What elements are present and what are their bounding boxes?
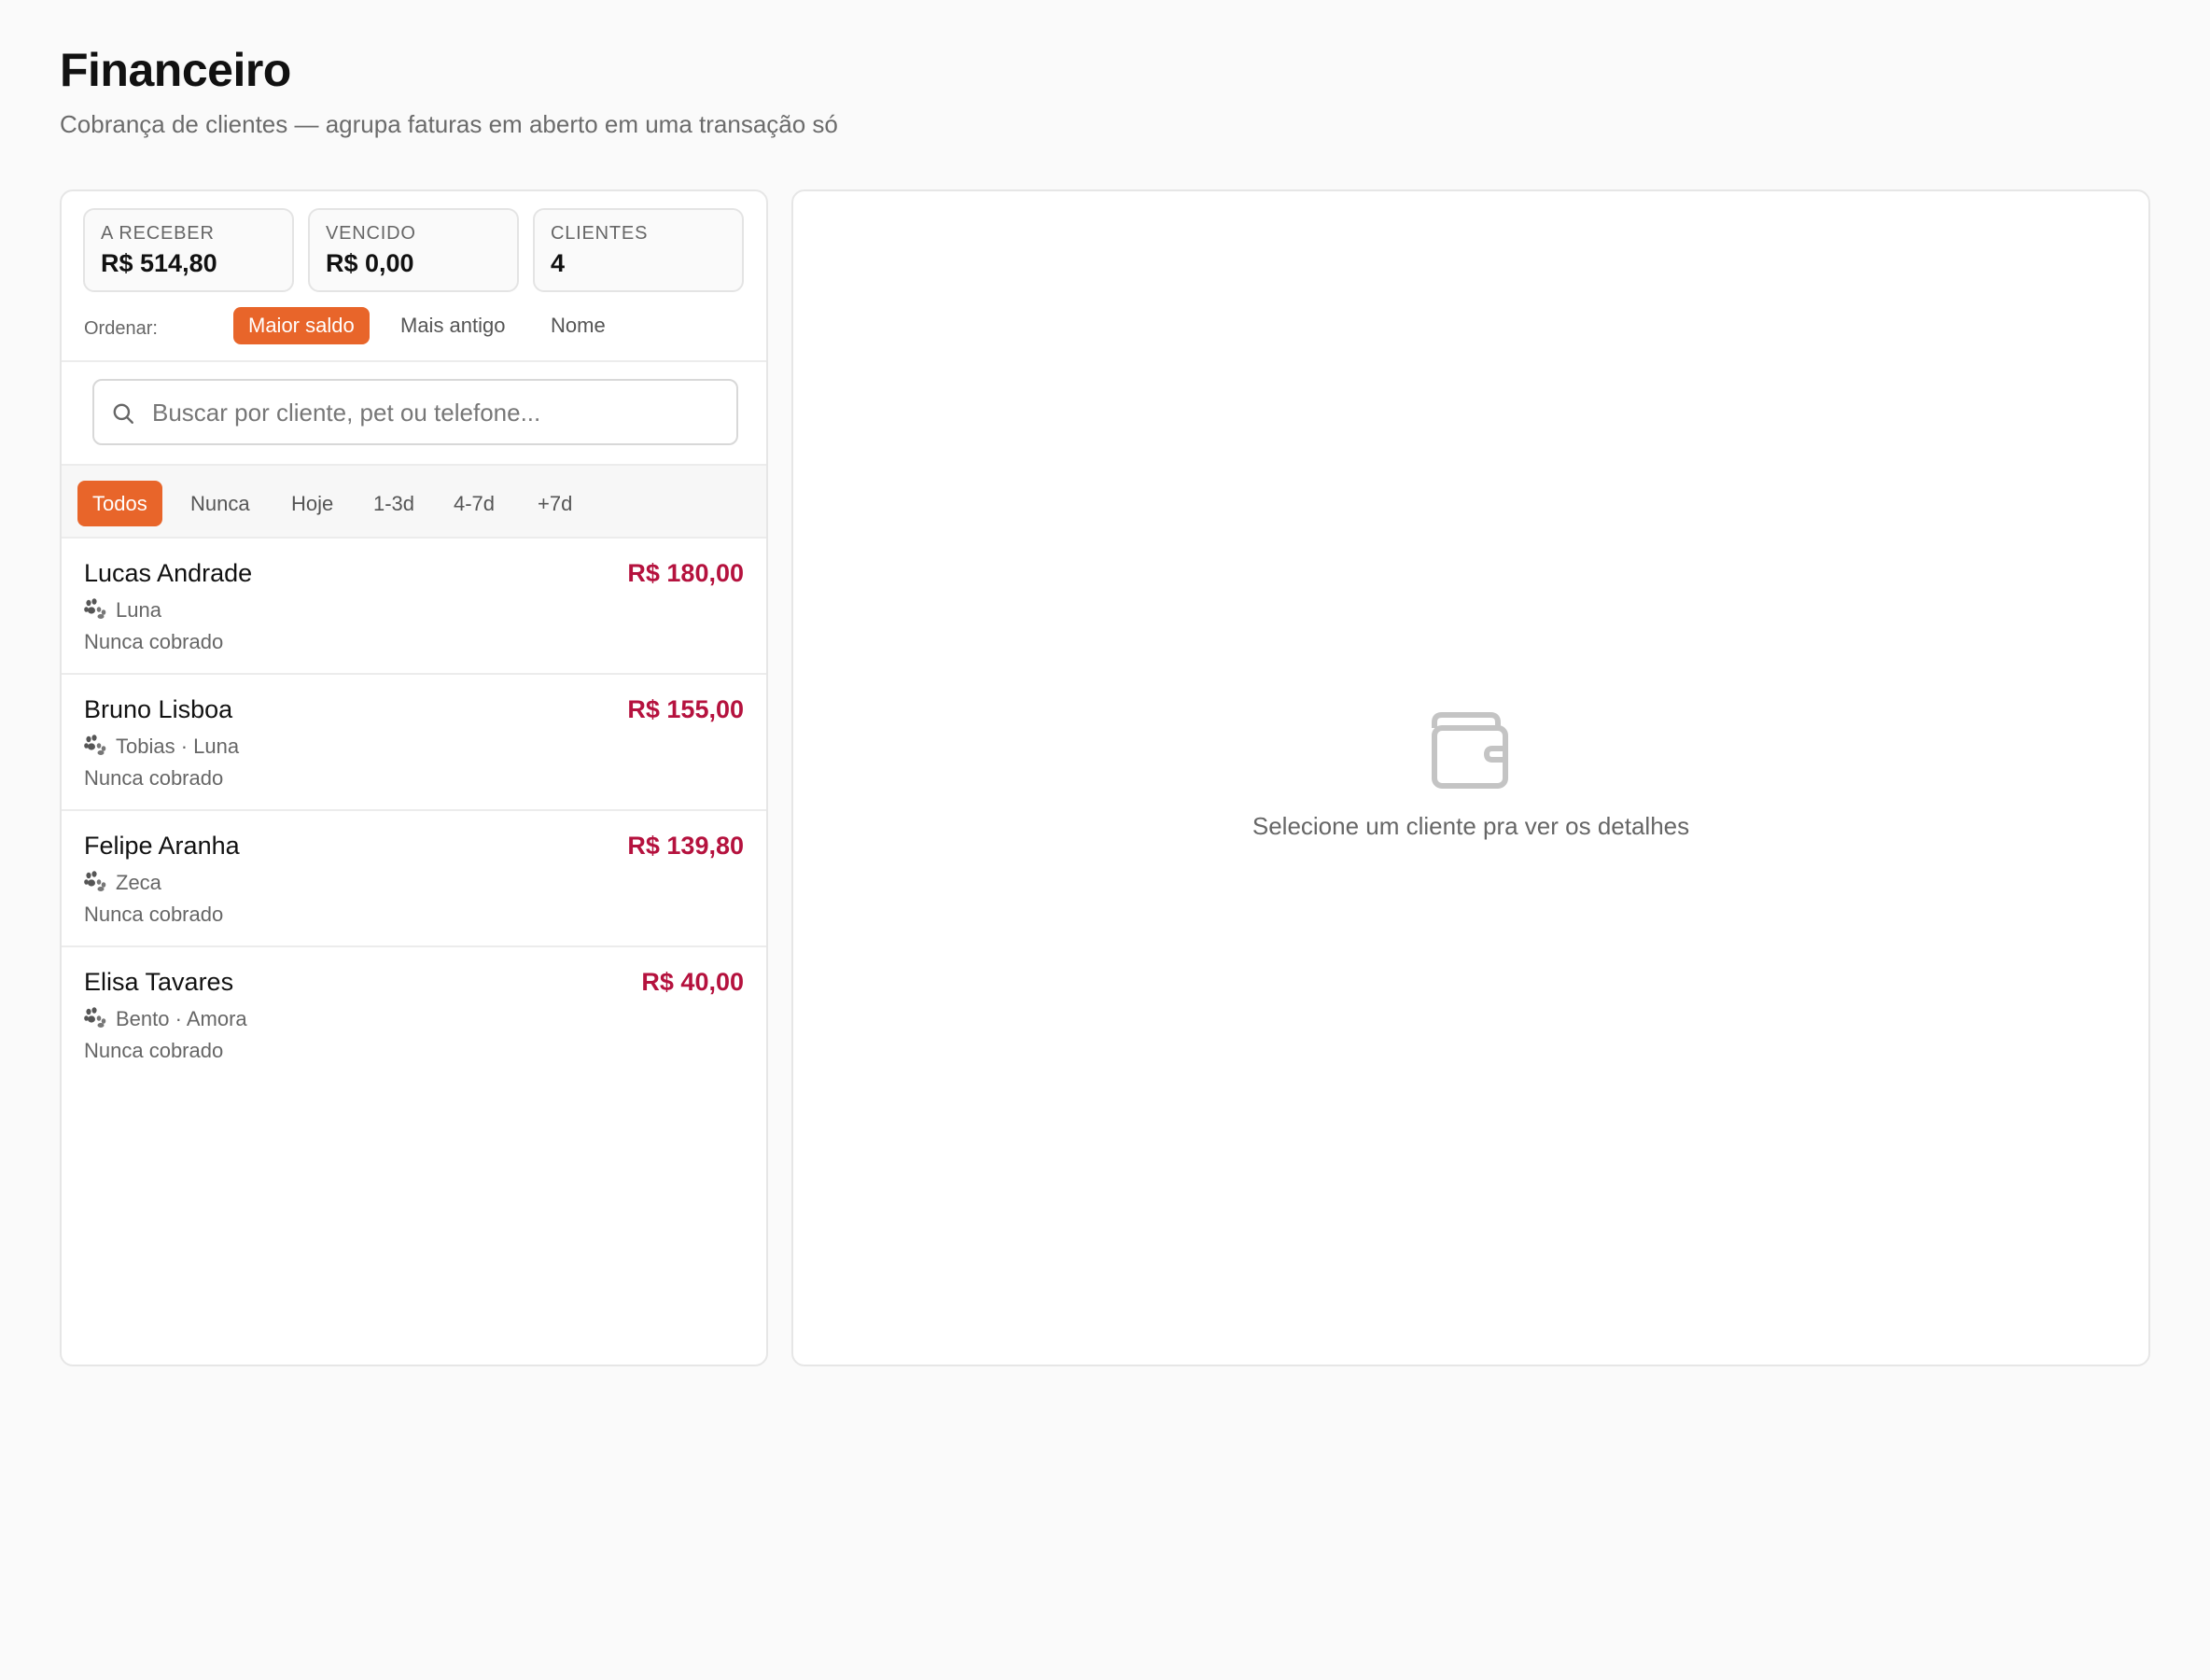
- stat-label: VENCIDO: [326, 223, 416, 244]
- filter-chip-7d-plus[interactable]: +7d: [523, 481, 587, 526]
- client-name: Lucas Andrade: [84, 559, 253, 587]
- filter-chip-nunca[interactable]: Nunca: [175, 481, 265, 526]
- search-input[interactable]: [152, 392, 721, 433]
- pets-text: Bento · Amora: [116, 1007, 247, 1030]
- client-amount: R$ 139,80: [627, 832, 744, 860]
- client-amount: R$ 40,00: [641, 968, 744, 996]
- client-row[interactable]: Elisa Tavares R$ 40,00 Bento · Amora Nun…: [62, 947, 766, 1084]
- search-box[interactable]: [92, 379, 738, 445]
- client-detail-panel: Selecione um cliente pra ver os detalhes: [791, 189, 2150, 1366]
- pets-text: Tobias · Luna: [116, 735, 240, 758]
- client-name: Felipe Aranha: [84, 832, 240, 860]
- divider: [62, 360, 766, 362]
- empty-state: Selecione um cliente pra ver os detalhes: [793, 709, 2148, 841]
- client-amount: R$ 155,00: [627, 695, 744, 723]
- client-name: Bruno Lisboa: [84, 695, 233, 723]
- page-subtitle: Cobrança de clientes — agrupa faturas em…: [60, 110, 838, 138]
- client-name: Elisa Tavares: [84, 968, 234, 996]
- stat-value: R$ 514,80: [101, 249, 217, 277]
- sort-button-mais-antigo[interactable]: Mais antigo: [385, 307, 521, 344]
- overdue-filter-bar: Todos Nunca Hoje 1-3d 4-7d +7d: [62, 466, 766, 537]
- filter-chip-hoje[interactable]: Hoje: [276, 481, 348, 526]
- filter-chip-4-7d[interactable]: 4-7d: [439, 481, 510, 526]
- stat-card-a-receber: A RECEBER R$ 514,80: [83, 208, 294, 292]
- wallet-icon: [1432, 712, 1508, 789]
- client-amount: R$ 180,00: [627, 559, 744, 587]
- stat-value: 4: [551, 249, 566, 277]
- paw-icon: [84, 1007, 106, 1028]
- page-title: Financeiro: [60, 44, 291, 96]
- paw-icon: [84, 598, 106, 619]
- client-row[interactable]: Bruno Lisboa R$ 155,00 Tobias · Luna Nun…: [62, 675, 766, 811]
- client-status: Nunca cobrado: [84, 630, 224, 653]
- sort-button-nome[interactable]: Nome: [536, 307, 621, 344]
- summary-stats: A RECEBER R$ 514,80 VENCIDO R$ 0,00 CLIE…: [83, 208, 748, 294]
- paw-icon: [84, 735, 106, 755]
- pets-text: Zeca: [116, 871, 161, 894]
- stat-label: A RECEBER: [101, 223, 215, 244]
- client-status: Nunca cobrado: [84, 1039, 224, 1062]
- client-status: Nunca cobrado: [84, 766, 224, 790]
- sort-label: Ordenar:: [84, 318, 158, 339]
- filter-chip-todos[interactable]: Todos: [77, 481, 162, 526]
- filter-chip-1-3d[interactable]: 1-3d: [358, 481, 429, 526]
- sort-controls: Ordenar: Maior saldo Mais antigo Nome: [84, 307, 737, 344]
- pets-text: Luna: [116, 598, 161, 622]
- sort-button-maior-saldo[interactable]: Maior saldo: [233, 307, 370, 344]
- stat-value: R$ 0,00: [326, 249, 414, 277]
- client-list-panel: A RECEBER R$ 514,80 VENCIDO R$ 0,00 CLIE…: [60, 189, 768, 1366]
- paw-icon: [84, 871, 106, 891]
- client-status: Nunca cobrado: [84, 903, 224, 926]
- client-row[interactable]: Lucas Andrade R$ 180,00 Luna Nunca cobra…: [62, 539, 766, 675]
- stat-label: CLIENTES: [551, 223, 649, 244]
- stat-card-clientes: CLIENTES 4: [533, 208, 744, 292]
- empty-state-text: Selecione um cliente pra ver os detalhes: [1252, 812, 1690, 840]
- stat-card-vencido: VENCIDO R$ 0,00: [308, 208, 519, 292]
- client-row[interactable]: Felipe Aranha R$ 139,80 Zeca Nunca cobra…: [62, 811, 766, 947]
- search-icon: [113, 403, 133, 424]
